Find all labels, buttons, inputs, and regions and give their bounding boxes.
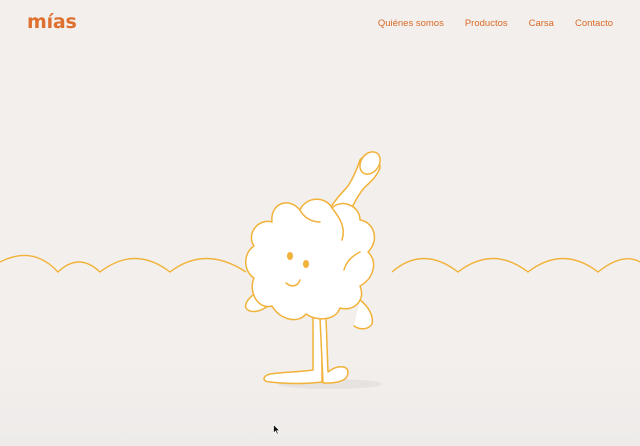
nav-link-quienes-somos[interactable]: Quiénes somos	[378, 18, 444, 30]
nav-link-contacto[interactable]: Contacto	[575, 18, 613, 30]
nav-link-carsa[interactable]: Carsa	[529, 18, 554, 30]
nav-link-productos[interactable]: Productos	[465, 18, 508, 30]
hero-illustration	[0, 151, 640, 389]
cauliflower-mascot-icon	[244, 151, 381, 385]
brand-logo[interactable]: mías	[27, 11, 77, 33]
mouse-pointer-icon	[273, 424, 281, 435]
site-header: mías Quiénes somos Productos Carsa Conta…	[0, 0, 640, 48]
page: mías Quiénes somos Productos Carsa Conta…	[0, 0, 640, 446]
main-navigation: Quiénes somos Productos Carsa Contacto	[378, 18, 613, 30]
